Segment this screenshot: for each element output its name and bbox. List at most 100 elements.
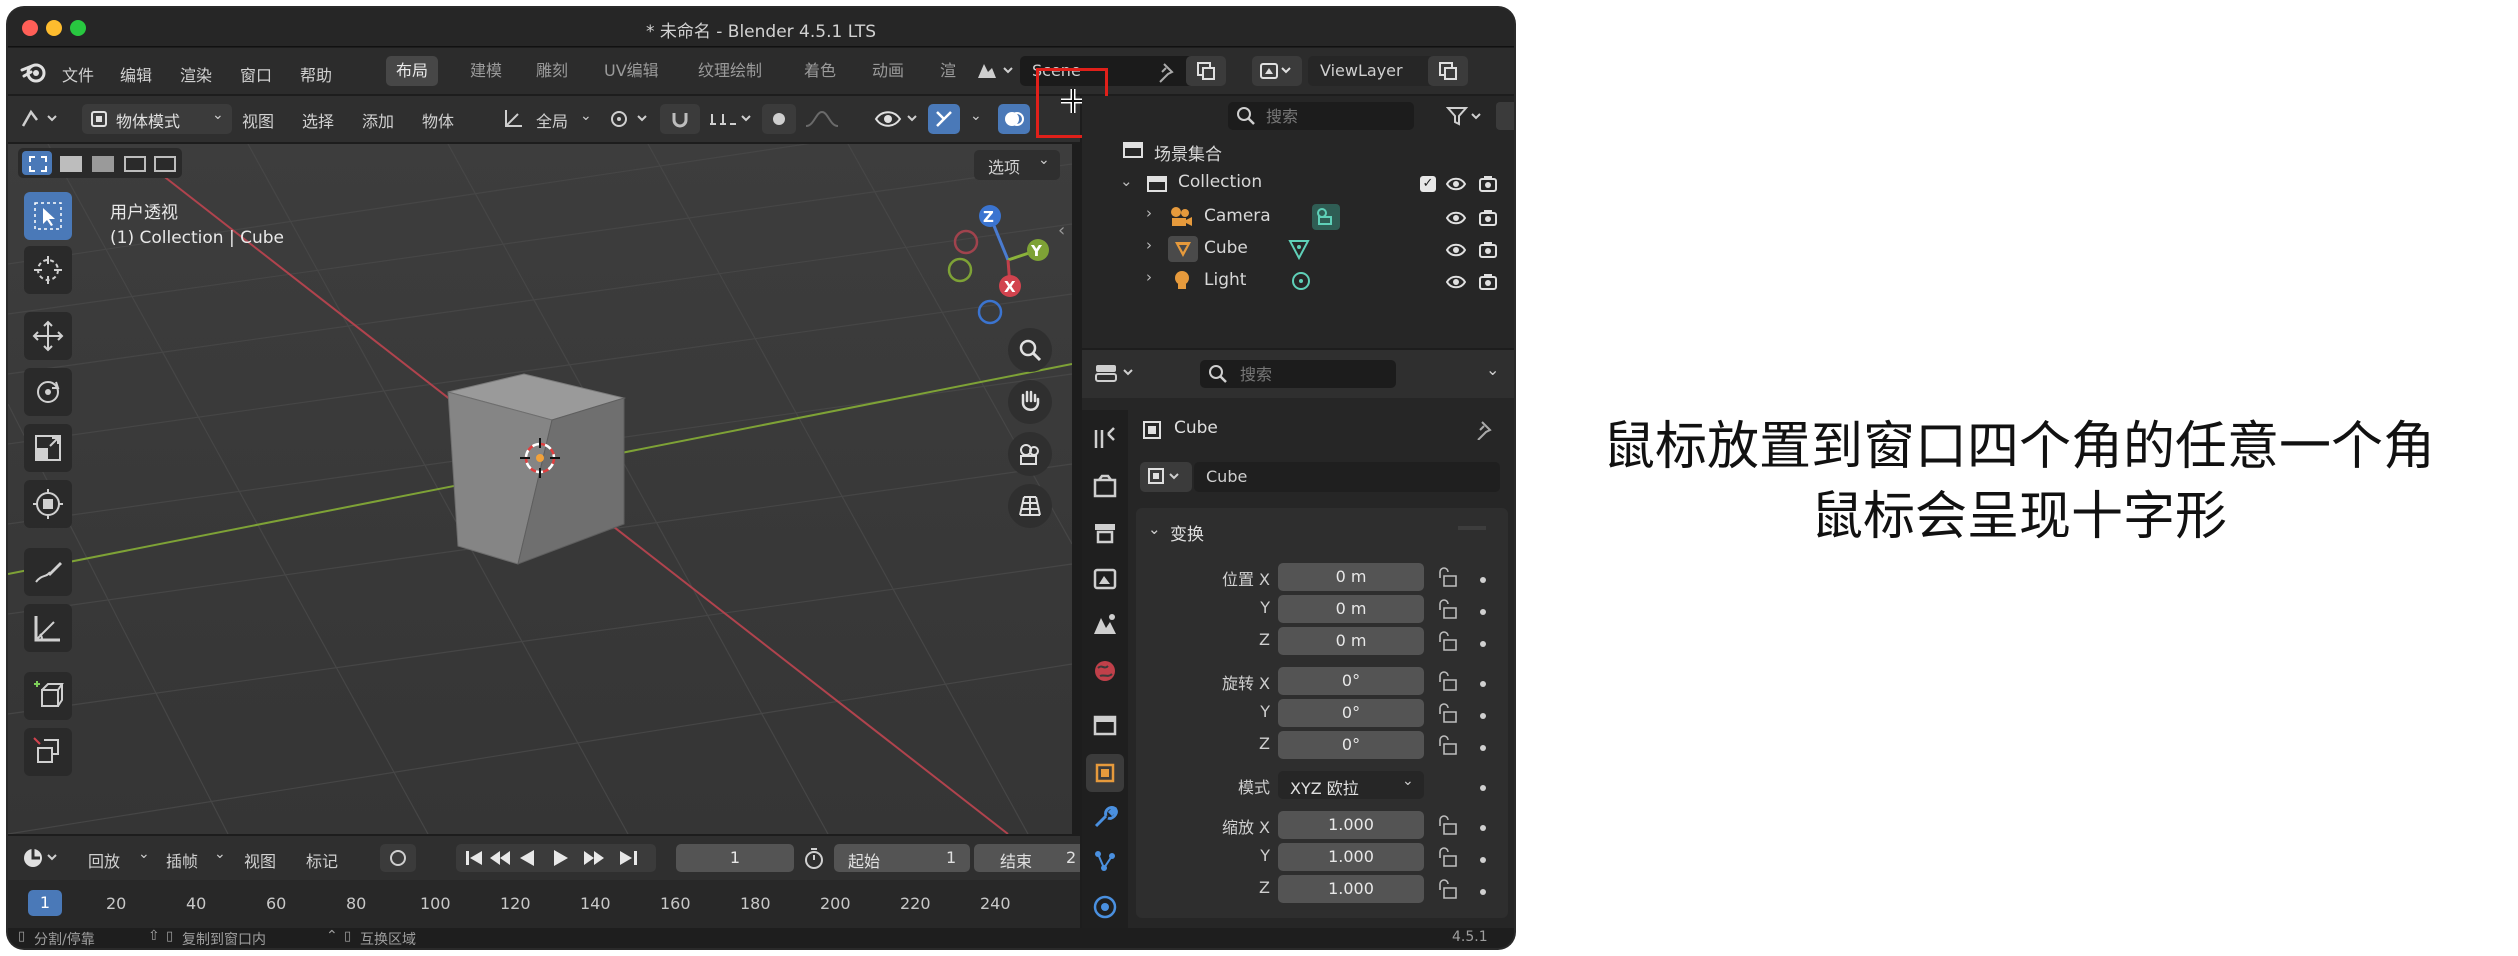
tab-workspace-animation[interactable]: 动画 [862, 56, 914, 86]
select-intersect-icon[interactable] [154, 156, 176, 172]
tab-workspace-uv[interactable]: UV编辑 [594, 56, 669, 86]
tool-add-cube[interactable] [24, 672, 72, 720]
tool-scale[interactable] [24, 424, 72, 472]
transform-orientation-label[interactable]: 全局 [536, 108, 568, 132]
tool-transform[interactable] [24, 480, 72, 528]
chevron-right-icon[interactable]: › [1146, 204, 1152, 222]
gizmo-toggle[interactable] [928, 104, 960, 134]
menu-object[interactable]: 物体 [422, 108, 454, 132]
menu-help[interactable]: 帮助 [300, 62, 332, 86]
tool-rotate[interactable] [24, 368, 72, 416]
start-frame-field[interactable]: 起始 1 [834, 844, 970, 872]
chevron-right-icon[interactable]: › [1146, 236, 1152, 254]
new-scene-button[interactable] [1186, 56, 1226, 86]
location-z-field[interactable]: 0 m [1278, 627, 1424, 655]
rotation-x-field[interactable]: 0° [1278, 667, 1424, 695]
sidebar-toggle-icon[interactable]: ‹ [1058, 220, 1065, 241]
new-collection-button[interactable] [1496, 102, 1514, 130]
select-invert-icon[interactable] [124, 156, 146, 172]
menu-add[interactable]: 添加 [362, 108, 394, 132]
filter-icon[interactable] [1446, 106, 1482, 126]
stopwatch-icon[interactable] [802, 846, 826, 870]
properties-search-input[interactable]: 搜索 [1200, 360, 1396, 388]
location-x-field[interactable]: 0 m [1278, 563, 1424, 591]
render-camera-icon[interactable] [1478, 272, 1498, 292]
tab-scene-icon[interactable] [1090, 610, 1120, 640]
tab-workspace-rendering[interactable]: 渲 [930, 56, 966, 86]
exclude-checkbox[interactable]: ✓ [1420, 176, 1436, 192]
eye-icon[interactable] [1446, 176, 1466, 192]
playhead-frame-indicator[interactable]: 1 [28, 890, 62, 916]
render-camera-icon[interactable] [1478, 208, 1498, 228]
tab-world-icon[interactable] [1090, 656, 1120, 686]
pin-icon[interactable] [1474, 420, 1494, 440]
menu-view[interactable]: 视图 [242, 108, 274, 132]
tab-workspace-shading[interactable]: 着色 [794, 56, 846, 86]
scale-y-field[interactable]: 1.000 [1278, 843, 1424, 871]
select-extend-icon[interactable] [60, 156, 82, 172]
chevron-down-icon[interactable]: ⌄ [1486, 360, 1499, 379]
drag-handle-icon[interactable] [1458, 526, 1486, 530]
blender-logo-icon[interactable] [20, 60, 48, 84]
editor-type-icon[interactable] [20, 108, 60, 130]
eye-icon[interactable] [1446, 210, 1466, 226]
menu-select[interactable]: 选择 [302, 108, 334, 132]
new-viewlayer-button[interactable] [1428, 56, 1468, 86]
overlays-toggle[interactable] [998, 104, 1030, 134]
mode-selector[interactable]: 物体模式 ⌄ [82, 104, 232, 134]
tab-workspace-modeling[interactable]: 建模 [460, 56, 512, 86]
outliner-item-cube[interactable]: Cube [1204, 238, 1248, 258]
transform-orientation-icon[interactable] [502, 108, 526, 130]
tab-view-layer-icon[interactable] [1090, 564, 1120, 594]
chevron-down-icon[interactable]: ⌄ [1120, 172, 1133, 190]
chevron-down-icon[interactable]: ⌄ [970, 108, 982, 124]
pin-icon[interactable] [1156, 62, 1178, 84]
scene-collection-label[interactable]: 场景集合 [1154, 140, 1222, 165]
timeline-ruler[interactable]: 1 20 40 60 80 100 120 140 160 180 200 22… [8, 880, 1080, 928]
outliner-item-camera[interactable]: Camera [1204, 206, 1271, 226]
tab-workspace-texture-paint[interactable]: 纹理绘制 [688, 56, 772, 86]
collection-label[interactable]: Collection [1178, 172, 1262, 192]
tool-extrude[interactable] [24, 728, 72, 776]
select-new-button[interactable] [22, 151, 52, 175]
outliner-item-light[interactable]: Light [1204, 270, 1246, 290]
tool-annotate[interactable] [24, 548, 72, 596]
menu-edit[interactable]: 编辑 [120, 62, 152, 86]
menu-file[interactable]: 文件 [62, 62, 94, 86]
scene-selector-icon[interactable] [974, 60, 1014, 82]
render-camera-icon[interactable] [1478, 240, 1498, 260]
timeline-menu-playback[interactable]: 回放 [88, 848, 120, 872]
tab-render-icon[interactable] [1090, 472, 1120, 502]
current-frame-field[interactable]: 1 [676, 844, 794, 872]
ortho-toggle-button[interactable] [1008, 484, 1052, 528]
tool-measure[interactable] [24, 604, 72, 652]
tab-object-active[interactable] [1086, 754, 1124, 792]
snap-toggle[interactable] [660, 104, 700, 134]
keyframe-dots-column[interactable] [1476, 566, 1490, 906]
tab-physics-icon[interactable] [1090, 892, 1120, 922]
rotation-z-field[interactable]: 0° [1278, 731, 1424, 759]
render-camera-icon[interactable] [1478, 174, 1498, 194]
zoom-view-button[interactable] [1008, 328, 1052, 372]
visibility-selector-icon[interactable] [874, 106, 922, 132]
lock-icons-column[interactable] [1436, 566, 1462, 906]
eye-icon[interactable] [1446, 242, 1466, 258]
camera-data-icon[interactable] [1312, 204, 1340, 230]
rotation-y-field[interactable]: 0° [1278, 699, 1424, 727]
proportional-falloff-icon[interactable] [804, 108, 840, 130]
object-name-field[interactable]: Cube [1194, 462, 1500, 492]
camera-view-button[interactable] [1008, 432, 1052, 476]
tab-collection-icon[interactable] [1090, 710, 1120, 740]
chevron-down-icon[interactable]: ⌄ [1148, 520, 1161, 538]
timeline-menu-keying[interactable]: 插帧 [166, 848, 198, 872]
snap-target-icon[interactable] [708, 108, 754, 130]
chevron-right-icon[interactable]: › [1146, 268, 1152, 286]
tool-move[interactable] [24, 312, 72, 360]
pan-view-button[interactable] [1008, 380, 1052, 424]
tab-workspace-sculpting[interactable]: 雕刻 [526, 56, 578, 86]
transform-section-title[interactable]: 变换 [1170, 520, 1204, 545]
menu-render[interactable]: 渲染 [180, 62, 212, 86]
end-frame-field[interactable]: 结束 2 [974, 844, 1080, 872]
light-data-icon[interactable] [1290, 270, 1312, 292]
tab-output-icon[interactable] [1090, 518, 1120, 548]
